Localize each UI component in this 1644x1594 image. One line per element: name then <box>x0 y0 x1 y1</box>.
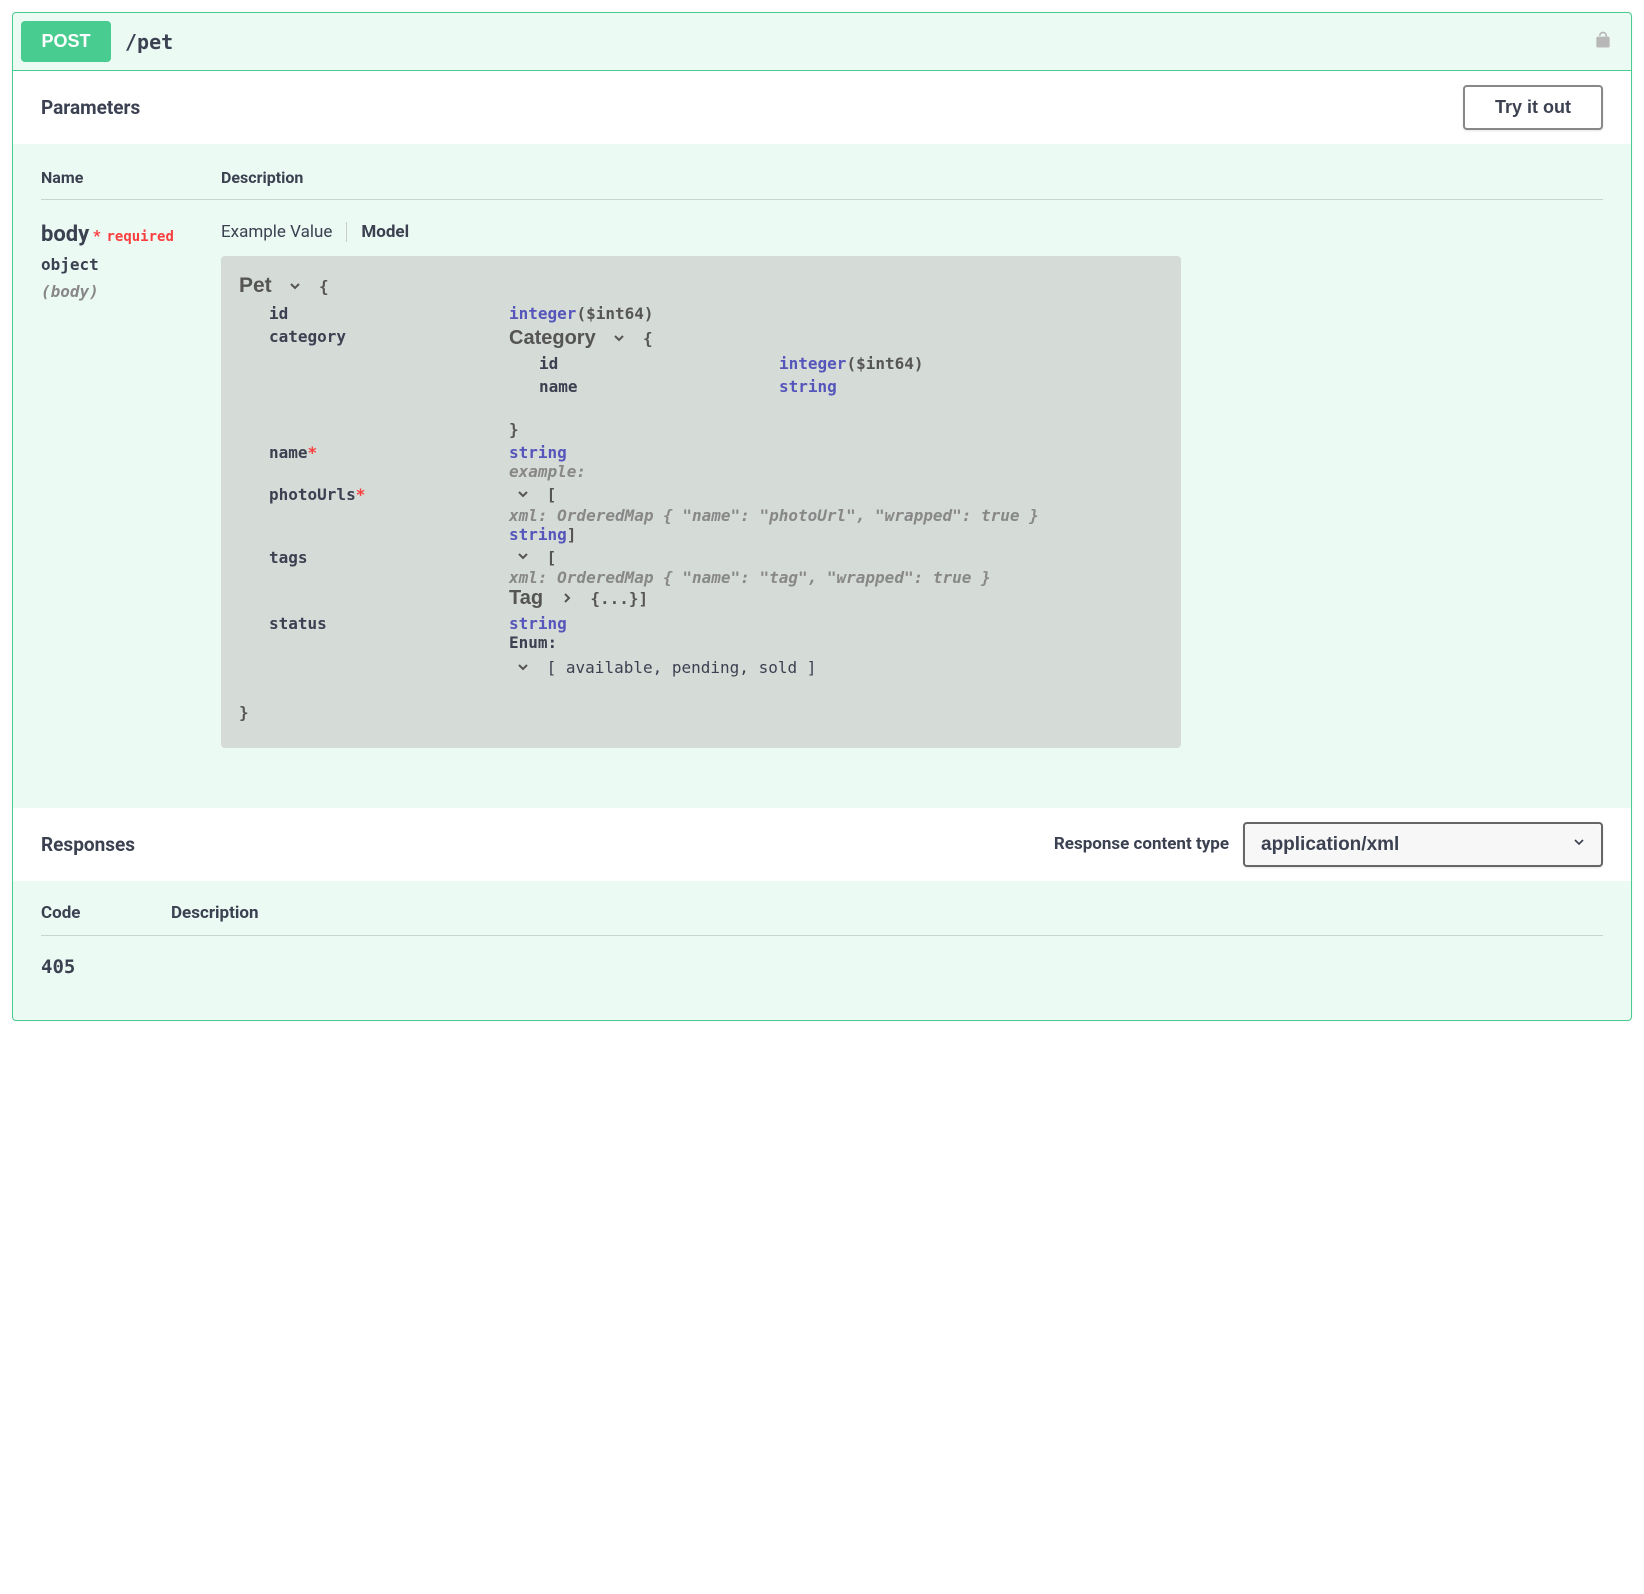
param-description-cell: Example Value Model Pet { id <box>221 222 1603 748</box>
http-method-badge: POST <box>21 21 111 62</box>
required-star: * <box>93 226 100 245</box>
photo-bracket-open: [ <box>547 485 557 504</box>
required-label: required <box>104 229 173 245</box>
response-description-header: Description <box>171 903 1603 923</box>
pet-brace-close: } <box>239 703 1163 722</box>
prop-name-type: string <box>509 443 586 462</box>
prop-id: id <box>269 304 509 323</box>
prop-name: name* <box>269 443 509 462</box>
prop-tags: tags <box>269 548 509 567</box>
toggle-pet[interactable] <box>287 278 303 298</box>
brace-open: { <box>319 277 329 296</box>
prop-cat-id-format: ($int64) <box>846 354 923 373</box>
toggle-enum[interactable] <box>515 659 531 679</box>
model-title-pet: Pet <box>239 274 272 298</box>
parameters-title: Parameters <box>41 96 140 119</box>
prop-status-type: string <box>509 614 816 633</box>
responses-title: Responses <box>41 833 135 856</box>
response-code-header: Code <box>41 903 171 923</box>
param-name: body <box>41 222 89 247</box>
column-name-header: Name <box>41 168 221 187</box>
endpoint-path: /pet <box>111 30 1593 54</box>
enum-label: Enum: <box>509 633 816 652</box>
response-content-type-select[interactable]: application/xml <box>1243 822 1603 867</box>
try-it-out-button[interactable]: Try it out <box>1463 85 1603 130</box>
prop-id-format: ($int64) <box>576 304 653 323</box>
param-in: (body) <box>41 282 221 301</box>
prop-cat-name-type: string <box>779 377 837 396</box>
tab-example-value[interactable]: Example Value <box>221 222 346 242</box>
operation-block: POST /pet Parameters Try it out Name Des… <box>12 12 1632 1021</box>
prop-status: status <box>269 614 509 633</box>
tag-collapsed: {...}] <box>590 589 648 608</box>
prop-cat-id: id <box>539 354 779 373</box>
tags-bracket-open: [ <box>547 548 557 567</box>
model-title-tag: Tag <box>509 587 543 609</box>
param-type: object <box>41 255 221 274</box>
prop-photourls: photoUrls* <box>269 485 509 504</box>
prop-cat-name: name <box>539 377 779 396</box>
enum-values: [ available, pending, sold ] <box>547 658 817 677</box>
toggle-category[interactable] <box>611 330 627 350</box>
prop-id-type: integer <box>509 304 576 323</box>
parameters-header: Parameters Try it out <box>13 71 1631 144</box>
model-title-category: Category <box>509 327 596 349</box>
toggle-photourls[interactable] <box>515 486 531 506</box>
photo-bracket-close: ] <box>567 525 577 544</box>
responses-header: Responses Response content type applicat… <box>13 808 1631 881</box>
photo-xml-note: xml: OrderedMap { "name": "photoUrl", "w… <box>509 506 1039 525</box>
tab-model[interactable]: Model <box>361 222 423 242</box>
example-label: example: <box>509 462 586 481</box>
toggle-tag[interactable] <box>559 590 575 610</box>
category-brace-open: { <box>643 329 653 348</box>
unlock-icon[interactable] <box>1593 28 1623 56</box>
tab-divider <box>346 222 347 242</box>
prop-category: category <box>269 327 509 346</box>
prop-cat-id-type: integer <box>779 354 846 373</box>
response-code: 405 <box>41 956 171 978</box>
param-name-cell: body * required object (body) <box>41 222 221 748</box>
model-box: Pet { id integer($int64) category <box>221 256 1181 748</box>
toggle-tags[interactable] <box>515 548 531 568</box>
responses-body: Code Description 405 <box>13 881 1631 1020</box>
photo-item-type: string <box>509 525 567 544</box>
response-content-type-label: Response content type <box>1054 834 1229 854</box>
column-description-header: Description <box>221 168 1603 187</box>
parameters-body: Name Description body * required object … <box>13 144 1631 808</box>
category-brace-close: } <box>509 420 519 439</box>
operation-summary[interactable]: POST /pet <box>13 13 1631 71</box>
tags-xml-note: xml: OrderedMap { "name": "tag", "wrappe… <box>509 568 991 587</box>
